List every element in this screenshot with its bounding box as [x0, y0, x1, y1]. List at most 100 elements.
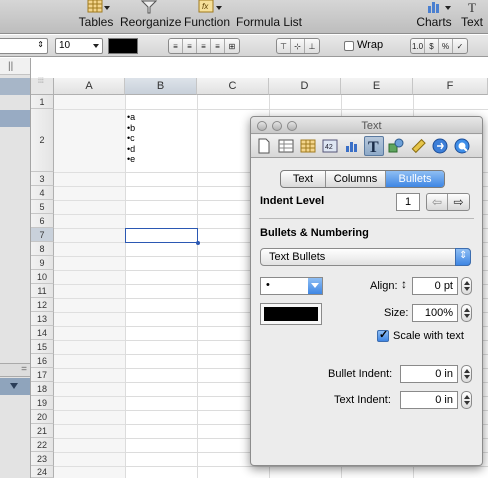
bullet-character-combo[interactable]: •	[260, 277, 323, 295]
row-header-9[interactable]: 9	[31, 256, 54, 270]
table-corner[interactable]: ⁞⁞⁞	[31, 78, 54, 95]
vertical-alignment-buttons[interactable]: ⊤ ⊹ ⊥	[276, 38, 320, 54]
row-header-11[interactable]: 11	[31, 284, 54, 298]
row-header-24[interactable]: 24	[31, 466, 54, 478]
align-center-icon[interactable]: ≡	[183, 39, 197, 53]
column-header-a[interactable]: A	[54, 78, 125, 95]
combo-arrow-button[interactable]	[308, 278, 322, 294]
row-header-5[interactable]: 5	[31, 200, 54, 214]
pane-scroll-track[interactable]: ||	[0, 58, 30, 75]
decimal-format-button[interactable]: 1.0	[411, 39, 425, 53]
close-button[interactable]	[257, 121, 267, 131]
cell-b2-bullet-list[interactable]: •a •b •c •d •e	[127, 112, 135, 165]
document-icon	[258, 138, 270, 154]
selected-cell-b7[interactable]	[125, 228, 198, 243]
sheet-inspector-tab[interactable]	[276, 136, 296, 156]
text-pane-segmented-control[interactable]: Text Columns Bullets	[280, 170, 445, 188]
font-size-combo[interactable]: 10	[55, 38, 103, 54]
font-family-popup[interactable]: ⇕	[0, 38, 48, 54]
size-field[interactable]: 100%	[412, 304, 458, 322]
indent-level-field[interactable]: 1	[396, 193, 420, 211]
currency-format-button[interactable]: $	[425, 39, 439, 53]
row-header-4[interactable]: 4	[31, 186, 54, 200]
column-header-f[interactable]: F	[413, 78, 488, 95]
column-header-e[interactable]: E	[341, 78, 413, 95]
column-header-d[interactable]: D	[269, 78, 341, 95]
chart-inspector-tab[interactable]	[342, 136, 362, 156]
text-inspector-tab[interactable]: T	[364, 136, 384, 156]
align-justify-icon[interactable]: ≡	[211, 39, 225, 53]
sheet-list-highlight[interactable]	[0, 78, 30, 95]
bullet-indent-field[interactable]: 0 in	[400, 365, 458, 383]
row-header-8[interactable]: 8	[31, 242, 54, 256]
column-header-c[interactable]: C	[197, 78, 269, 95]
row-header-19[interactable]: 19	[31, 396, 54, 410]
row-header-14[interactable]: 14	[31, 326, 54, 340]
bullet-color-well[interactable]	[260, 303, 322, 325]
scale-with-text-checkbox[interactable]: ✓	[377, 329, 389, 342]
tables-button[interactable]: Tables	[76, 0, 116, 34]
row-header-12[interactable]: 12	[31, 298, 54, 312]
minimize-button[interactable]	[272, 121, 282, 131]
row-header-17[interactable]: 17	[31, 368, 54, 382]
row-header-20[interactable]: 20	[31, 410, 54, 424]
styles-pane-header[interactable]	[0, 378, 30, 395]
row-header-10[interactable]: 10	[31, 270, 54, 284]
align-field[interactable]: 0 pt	[412, 277, 458, 295]
tab-bullets[interactable]: Bullets	[386, 171, 444, 187]
fill-handle[interactable]	[196, 241, 200, 245]
bullet-indent-stepper[interactable]	[461, 365, 472, 383]
row-header-18[interactable]: 18	[31, 382, 54, 396]
text-indent-stepper[interactable]	[461, 391, 472, 409]
text-color-well[interactable]	[108, 38, 138, 54]
align-top-icon[interactable]: ⊤	[277, 39, 291, 53]
row-header-16[interactable]: 16	[31, 354, 54, 368]
charts-button[interactable]: Charts	[416, 0, 452, 34]
function-button[interactable]: fx Function	[184, 0, 230, 34]
row-header-21[interactable]: 21	[31, 424, 54, 438]
sheet-list-selected[interactable]	[0, 110, 30, 127]
quicktime-inspector-tab[interactable]	[452, 136, 472, 156]
align-stepper[interactable]	[461, 277, 472, 295]
outdent-button[interactable]: ⇦	[427, 194, 448, 210]
tab-columns[interactable]: Columns	[326, 171, 386, 187]
alignment-buttons[interactable]: ≡ ≡ ≡ ≡ ⊞	[168, 38, 240, 54]
metrics-inspector-tab[interactable]	[408, 136, 428, 156]
row-header-2[interactable]: 2	[31, 109, 54, 172]
tab-text[interactable]: Text	[281, 171, 326, 187]
indent-button[interactable]: ⇨	[448, 194, 469, 210]
cells-inspector-tab[interactable]: 42	[320, 136, 340, 156]
row-header-3[interactable]: 3	[31, 172, 54, 186]
reorganize-button[interactable]: Reorganize	[120, 0, 181, 34]
column-header-b[interactable]: B	[125, 78, 197, 95]
zoom-button[interactable]	[287, 121, 297, 131]
chevron-down-icon	[311, 283, 319, 288]
formula-list-button[interactable]: Formula List	[236, 0, 302, 34]
align-bottom-icon[interactable]: ⊥	[305, 39, 319, 53]
row-header-15[interactable]: 15	[31, 340, 54, 354]
graphic-inspector-tab[interactable]	[386, 136, 406, 156]
inspector-title-bar[interactable]: Text	[251, 117, 482, 134]
table-inspector-tab[interactable]	[298, 136, 318, 156]
document-inspector-tab[interactable]	[254, 136, 274, 156]
row-header-1[interactable]: 1	[31, 95, 54, 109]
row-header-6[interactable]: 6	[31, 214, 54, 228]
row-header-23[interactable]: 23	[31, 452, 54, 466]
wrap-checkbox[interactable]	[344, 41, 354, 51]
hyperlink-inspector-tab[interactable]	[430, 136, 450, 156]
checkbox-format-button[interactable]: ✓	[453, 39, 467, 53]
align-middle-icon[interactable]: ⊹	[291, 39, 305, 53]
percent-format-button[interactable]: %	[439, 39, 453, 53]
row-header-22[interactable]: 22	[31, 438, 54, 452]
styles-pane-splitter[interactable]: =	[0, 363, 30, 377]
size-stepper[interactable]	[461, 304, 472, 322]
align-left-icon[interactable]: ≡	[169, 39, 183, 53]
row-header-13[interactable]: 13	[31, 312, 54, 326]
align-auto-icon[interactable]: ⊞	[225, 39, 239, 53]
align-right-icon[interactable]: ≡	[197, 39, 211, 53]
text-box-button[interactable]: T Text	[458, 0, 486, 34]
bullet-type-popup[interactable]: Text Bullets ⇕	[260, 248, 471, 266]
text-indent-field[interactable]: 0 in	[400, 391, 458, 409]
number-format-buttons[interactable]: 1.0 $ % ✓	[410, 38, 468, 54]
row-header-7[interactable]: 7	[31, 228, 54, 242]
